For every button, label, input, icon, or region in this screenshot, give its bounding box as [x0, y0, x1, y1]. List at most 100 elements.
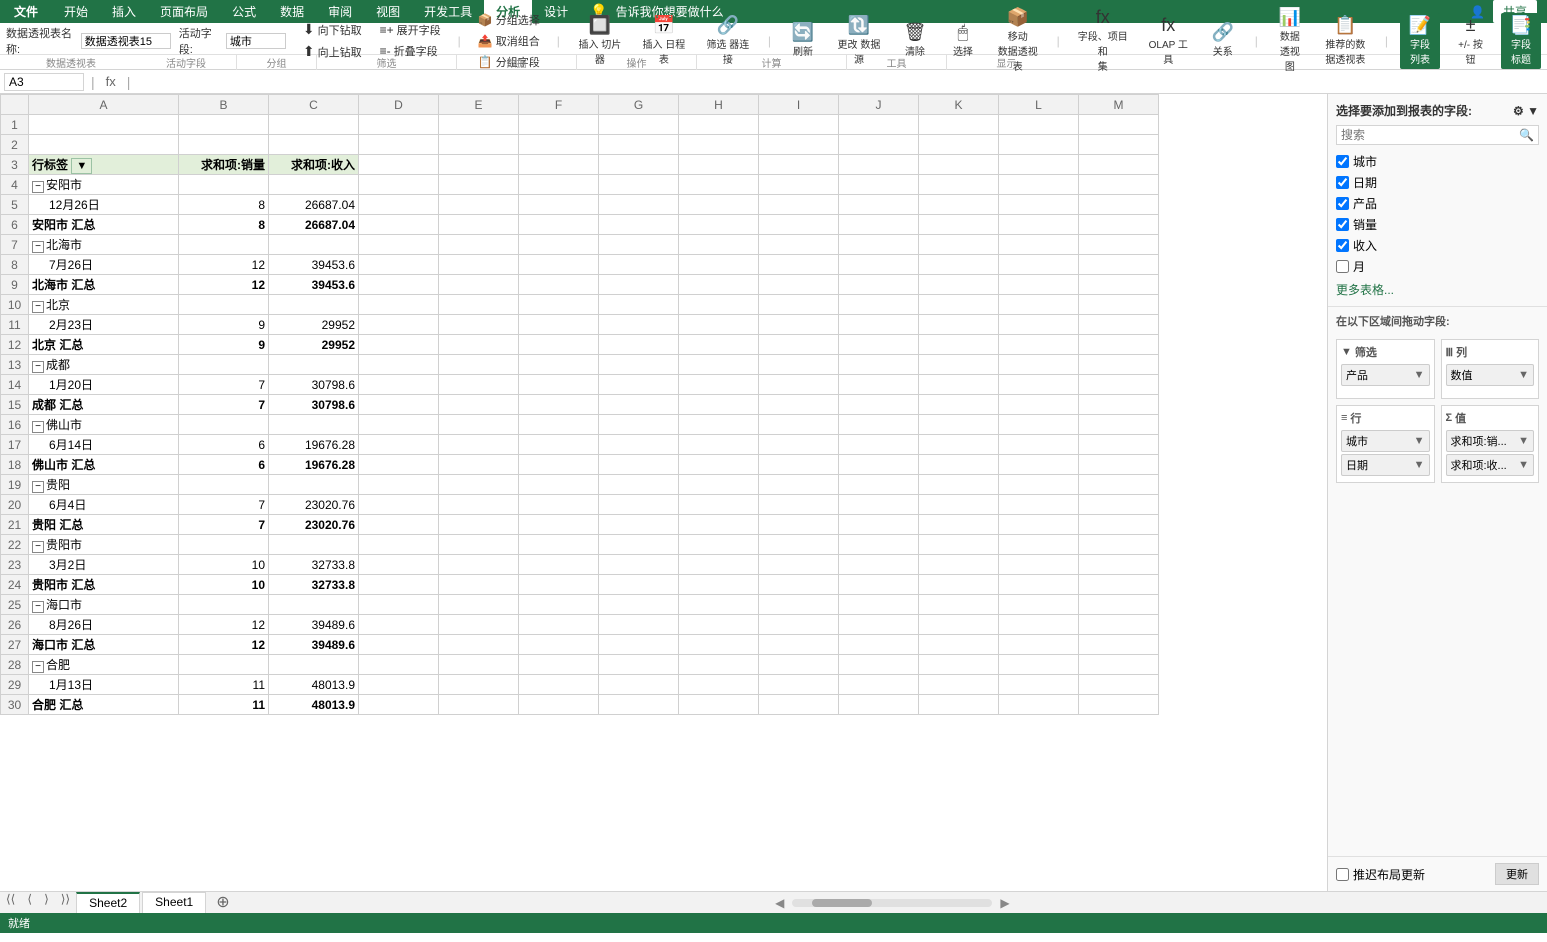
city-cell[interactable]: −安阳市 — [29, 175, 179, 195]
sheet-tab-sheet1[interactable]: Sheet1 — [142, 892, 206, 913]
plus-minus-btn[interactable]: ± +/- 按钮 — [1448, 13, 1493, 69]
settings-icon[interactable]: ⚙ ▼ — [1513, 104, 1539, 118]
subtotal-revenue[interactable]: 32733.8 — [269, 575, 359, 595]
pivot-row-label-header[interactable]: 行标签 ▼ — [29, 155, 179, 175]
city-cell[interactable]: −贵阳 — [29, 475, 179, 495]
collapse-icon[interactable]: − — [32, 541, 44, 553]
add-sheet-button[interactable]: ⊕ — [208, 892, 237, 913]
sales-cell[interactable]: 12 — [179, 615, 269, 635]
collapse-icon[interactable]: − — [32, 661, 44, 673]
pivot-chart-btn[interactable]: 📊 数据透视图 — [1270, 5, 1310, 76]
sales-cell[interactable]: 7 — [179, 375, 269, 395]
revenue-cell[interactable]: 39489.6 — [269, 615, 359, 635]
pivot-sum-revenue-header[interactable]: 求和项:收入 — [269, 155, 359, 175]
values-zone-item-revenue[interactable]: 求和项:收... ▼ — [1446, 454, 1535, 476]
date-cell[interactable]: 2月23日 — [29, 315, 179, 335]
sales-cell[interactable]: 9 — [179, 315, 269, 335]
nav-first[interactable]: ⟨⟨ — [0, 892, 21, 913]
columns-item-arrow[interactable]: ▼ — [1518, 369, 1529, 381]
subtotal-cell[interactable]: 佛山市 汇总 — [29, 455, 179, 475]
field-item-sales[interactable]: 销量 — [1336, 214, 1539, 235]
subtotal-cell[interactable]: 北海市 汇总 — [29, 275, 179, 295]
field-checkbox-date[interactable] — [1336, 176, 1349, 189]
subtotal-revenue[interactable]: 39489.6 — [269, 635, 359, 655]
filter-zone-item-product[interactable]: 产品 ▼ — [1341, 364, 1430, 386]
revenue-cell[interactable]: 29952 — [269, 315, 359, 335]
col-header-l[interactable]: L — [999, 95, 1079, 115]
sales-cell[interactable]: 7 — [179, 495, 269, 515]
sales-cell[interactable]: 6 — [179, 435, 269, 455]
fields-items-btn[interactable]: fx 字段、项目和集 — [1072, 5, 1134, 76]
sheet-tab-sheet2[interactable]: Sheet2 — [76, 892, 140, 913]
revenue-cell[interactable]: 30798.6 — [269, 375, 359, 395]
subtotal-sales[interactable]: 8 — [179, 215, 269, 235]
subtotal-revenue[interactable]: 29952 — [269, 335, 359, 355]
subtotal-sales[interactable]: 7 — [179, 515, 269, 535]
field-checkbox-sales[interactable] — [1336, 218, 1349, 231]
city-cell[interactable]: −海口市 — [29, 595, 179, 615]
subtotal-cell[interactable]: 成都 汇总 — [29, 395, 179, 415]
sales-cell[interactable]: 8 — [179, 195, 269, 215]
recommended-btn[interactable]: 📋 推荐的数据透视表 — [1318, 13, 1373, 69]
field-list-btn[interactable]: 📝 字段列表 — [1400, 13, 1440, 69]
subtotal-sales[interactable]: 7 — [179, 395, 269, 415]
collapse-icon[interactable]: − — [32, 421, 44, 433]
rows-zone-item-city[interactable]: 城市 ▼ — [1341, 430, 1430, 452]
formula-input[interactable] — [137, 75, 1543, 89]
city-cell[interactable]: −北京 — [29, 295, 179, 315]
field-checkbox-month[interactable] — [1336, 260, 1349, 273]
pivot-dropdown[interactable]: ▼ — [71, 158, 92, 174]
revenue-cell[interactable]: 48013.9 — [269, 675, 359, 695]
filter-item-arrow[interactable]: ▼ — [1414, 369, 1425, 381]
collapse-icon[interactable]: − — [32, 601, 44, 613]
collapse-icon[interactable]: − — [32, 481, 44, 493]
sales-cell[interactable]: 12 — [179, 255, 269, 275]
relationships-btn[interactable]: 🔗 关系 — [1203, 20, 1243, 61]
nav-last[interactable]: ⟩⟩ — [55, 892, 76, 913]
name-box[interactable] — [4, 73, 84, 91]
update-button[interactable]: 更新 — [1495, 863, 1539, 885]
field-search-input[interactable] — [1337, 126, 1515, 144]
field-item-revenue[interactable]: 收入 — [1336, 235, 1539, 256]
col-header-b[interactable]: B — [179, 95, 269, 115]
values-sales-arrow[interactable]: ▼ — [1518, 435, 1529, 447]
field-headers-btn[interactable]: 📑 字段标题 — [1501, 13, 1541, 69]
col-header-m[interactable]: M — [1079, 95, 1159, 115]
city-cell[interactable]: −北海市 — [29, 235, 179, 255]
subtotal-sales[interactable]: 12 — [179, 635, 269, 655]
rows-date-arrow[interactable]: ▼ — [1414, 459, 1425, 471]
field-item-product[interactable]: 产品 — [1336, 193, 1539, 214]
city-cell[interactable]: −佛山市 — [29, 415, 179, 435]
subtotal-sales[interactable]: 6 — [179, 455, 269, 475]
tab-formulas[interactable]: 公式 — [220, 0, 268, 23]
date-cell[interactable]: 1月20日 — [29, 375, 179, 395]
tab-file[interactable]: 文件 — [0, 0, 52, 23]
drill-down-btn[interactable]: ⬇ 向下钻取 — [298, 19, 367, 40]
scroll-left-btn[interactable]: ◀ — [775, 896, 784, 910]
subtotal-revenue[interactable]: 26687.04 — [269, 215, 359, 235]
expand-field-btn[interactable]: ≡+ 展开字段 — [375, 20, 446, 40]
col-header-i[interactable]: I — [759, 95, 839, 115]
col-header-d[interactable]: D — [359, 95, 439, 115]
field-item-date[interactable]: 日期 — [1336, 172, 1539, 193]
scroll-right-btn[interactable]: ▶ — [1000, 896, 1009, 910]
collapse-icon[interactable]: − — [32, 301, 44, 313]
col-header-f[interactable]: F — [519, 95, 599, 115]
revenue-cell[interactable]: 26687.04 — [269, 195, 359, 215]
more-tables-link[interactable]: 更多表格... — [1336, 281, 1539, 298]
col-header-g[interactable]: G — [599, 95, 679, 115]
subtotal-revenue[interactable]: 23020.76 — [269, 515, 359, 535]
spreadsheet[interactable]: A B C D E F G H I J K L M 1 — [0, 94, 1327, 891]
active-field-input[interactable] — [226, 33, 286, 49]
date-cell[interactable]: 6月4日 — [29, 495, 179, 515]
col-header-c[interactable]: C — [269, 95, 359, 115]
tab-home[interactable]: 开始 — [52, 0, 100, 23]
values-revenue-arrow[interactable]: ▼ — [1518, 459, 1529, 471]
ungroup-btn[interactable]: 📤 取消组合 — [473, 31, 545, 51]
date-cell[interactable]: 7月26日 — [29, 255, 179, 275]
col-header-j[interactable]: J — [839, 95, 919, 115]
group-select-btn[interactable]: 📦 分组选择 — [473, 10, 545, 30]
date-cell[interactable]: 1月13日 — [29, 675, 179, 695]
revenue-cell[interactable]: 39453.6 — [269, 255, 359, 275]
subtotal-cell[interactable]: 合肥 汇总 — [29, 695, 179, 715]
